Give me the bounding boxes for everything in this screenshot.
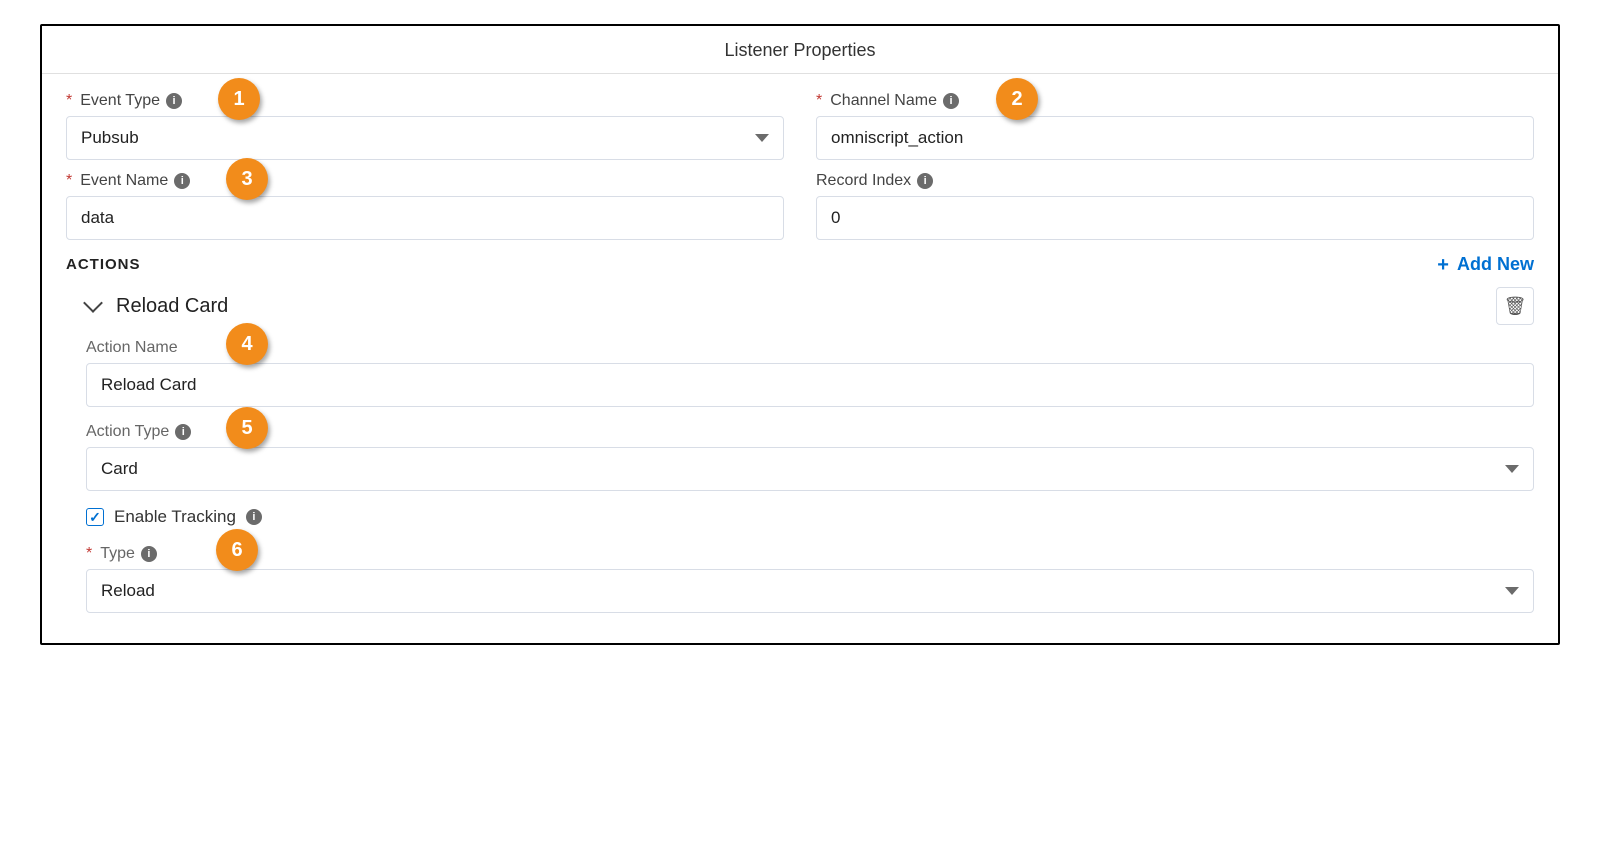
required-mark: * <box>816 92 822 110</box>
info-icon[interactable]: i <box>166 93 182 109</box>
enable-tracking-label: Enable Tracking <box>114 507 236 527</box>
callout-2: 2 <box>996 78 1038 120</box>
event-name-value: data <box>81 208 114 228</box>
callout-4: 4 <box>226 323 268 365</box>
action-block: Reload Card 🗑 Action Name 4 Reload Card <box>42 279 1558 613</box>
info-icon[interactable]: i <box>141 546 157 562</box>
channel-name-input[interactable]: omniscript_action <box>816 116 1534 160</box>
enable-tracking-row: ✓ Enable Tracking i <box>86 507 1534 527</box>
info-icon[interactable]: i <box>174 173 190 189</box>
info-icon[interactable]: i <box>917 173 933 189</box>
type-value: Reload <box>101 581 155 601</box>
chevron-down-icon <box>1505 465 1519 473</box>
info-icon[interactable]: i <box>246 509 262 525</box>
record-index-value: 0 <box>831 208 840 228</box>
event-name-input[interactable]: data <box>66 196 784 240</box>
listener-properties-panel: Listener Properties * Event Type i 1 Pub… <box>40 24 1560 645</box>
form-grid: * Event Type i 1 Pubsub * Channel Name i… <box>42 74 1558 248</box>
channel-name-value: omniscript_action <box>831 128 963 148</box>
action-type-label: Action Type <box>86 423 169 441</box>
event-name-label: Event Name <box>80 172 168 190</box>
actions-section-title: ACTIONS <box>66 256 141 273</box>
event-type-label: Event Type <box>80 92 160 110</box>
callout-6: 6 <box>216 529 258 571</box>
callout-3: 3 <box>226 158 268 200</box>
plus-icon: + <box>1437 255 1449 275</box>
enable-tracking-checkbox[interactable]: ✓ <box>86 508 104 526</box>
action-toggle[interactable]: Reload Card <box>86 295 228 318</box>
callout-5: 5 <box>226 407 268 449</box>
info-icon[interactable]: i <box>943 93 959 109</box>
required-mark: * <box>86 545 92 563</box>
type-select[interactable]: Reload <box>86 569 1534 613</box>
record-index-input[interactable]: 0 <box>816 196 1534 240</box>
action-title: Reload Card <box>116 295 228 318</box>
delete-action-button[interactable]: 🗑 <box>1496 287 1534 325</box>
info-icon[interactable]: i <box>175 424 191 440</box>
chevron-down-icon <box>83 293 103 313</box>
field-action-type: Action Type i 5 Card <box>86 423 1534 491</box>
record-index-label: Record Index <box>816 172 911 190</box>
callout-1: 1 <box>218 78 260 120</box>
channel-name-label: Channel Name <box>830 92 937 110</box>
add-new-label: Add New <box>1457 254 1534 275</box>
field-action-name: Action Name 4 Reload Card <box>86 339 1534 407</box>
field-record-index: Record Index i 0 <box>816 172 1534 240</box>
actions-header-row: ACTIONS + Add New <box>42 248 1558 279</box>
chevron-down-icon <box>755 134 769 142</box>
action-header: Reload Card 🗑 <box>86 287 1534 325</box>
required-mark: * <box>66 92 72 110</box>
event-type-value: Pubsub <box>81 128 139 148</box>
type-label: Type <box>100 545 135 563</box>
action-name-input[interactable]: Reload Card <box>86 363 1534 407</box>
action-name-label: Action Name <box>86 339 178 357</box>
action-type-select[interactable]: Card <box>86 447 1534 491</box>
field-event-type: * Event Type i 1 Pubsub <box>66 92 784 160</box>
add-new-button[interactable]: + Add New <box>1437 254 1534 275</box>
action-name-value: Reload Card <box>101 375 196 395</box>
chevron-down-icon <box>1505 587 1519 595</box>
trash-icon: 🗑 <box>1504 297 1527 315</box>
event-type-select[interactable]: Pubsub <box>66 116 784 160</box>
required-mark: * <box>66 172 72 190</box>
field-type: * Type i 6 Reload <box>86 545 1534 613</box>
action-type-value: Card <box>101 459 138 479</box>
field-channel-name: * Channel Name i 2 omniscript_action <box>816 92 1534 160</box>
panel-title: Listener Properties <box>42 26 1558 74</box>
field-event-name: * Event Name i 3 data <box>66 172 784 240</box>
